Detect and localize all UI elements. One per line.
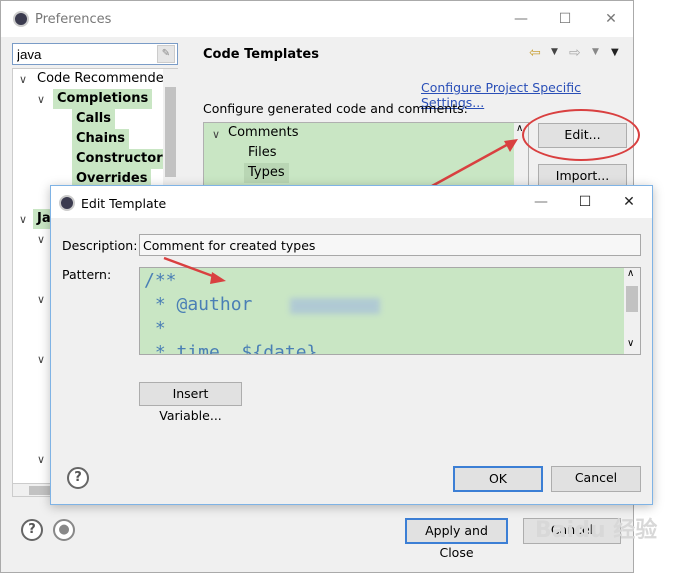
annotation-arrowhead-pattern — [210, 272, 226, 284]
annotation-arrow-pattern — [163, 256, 219, 280]
annotation-arrows-pattern — [163, 256, 226, 284]
